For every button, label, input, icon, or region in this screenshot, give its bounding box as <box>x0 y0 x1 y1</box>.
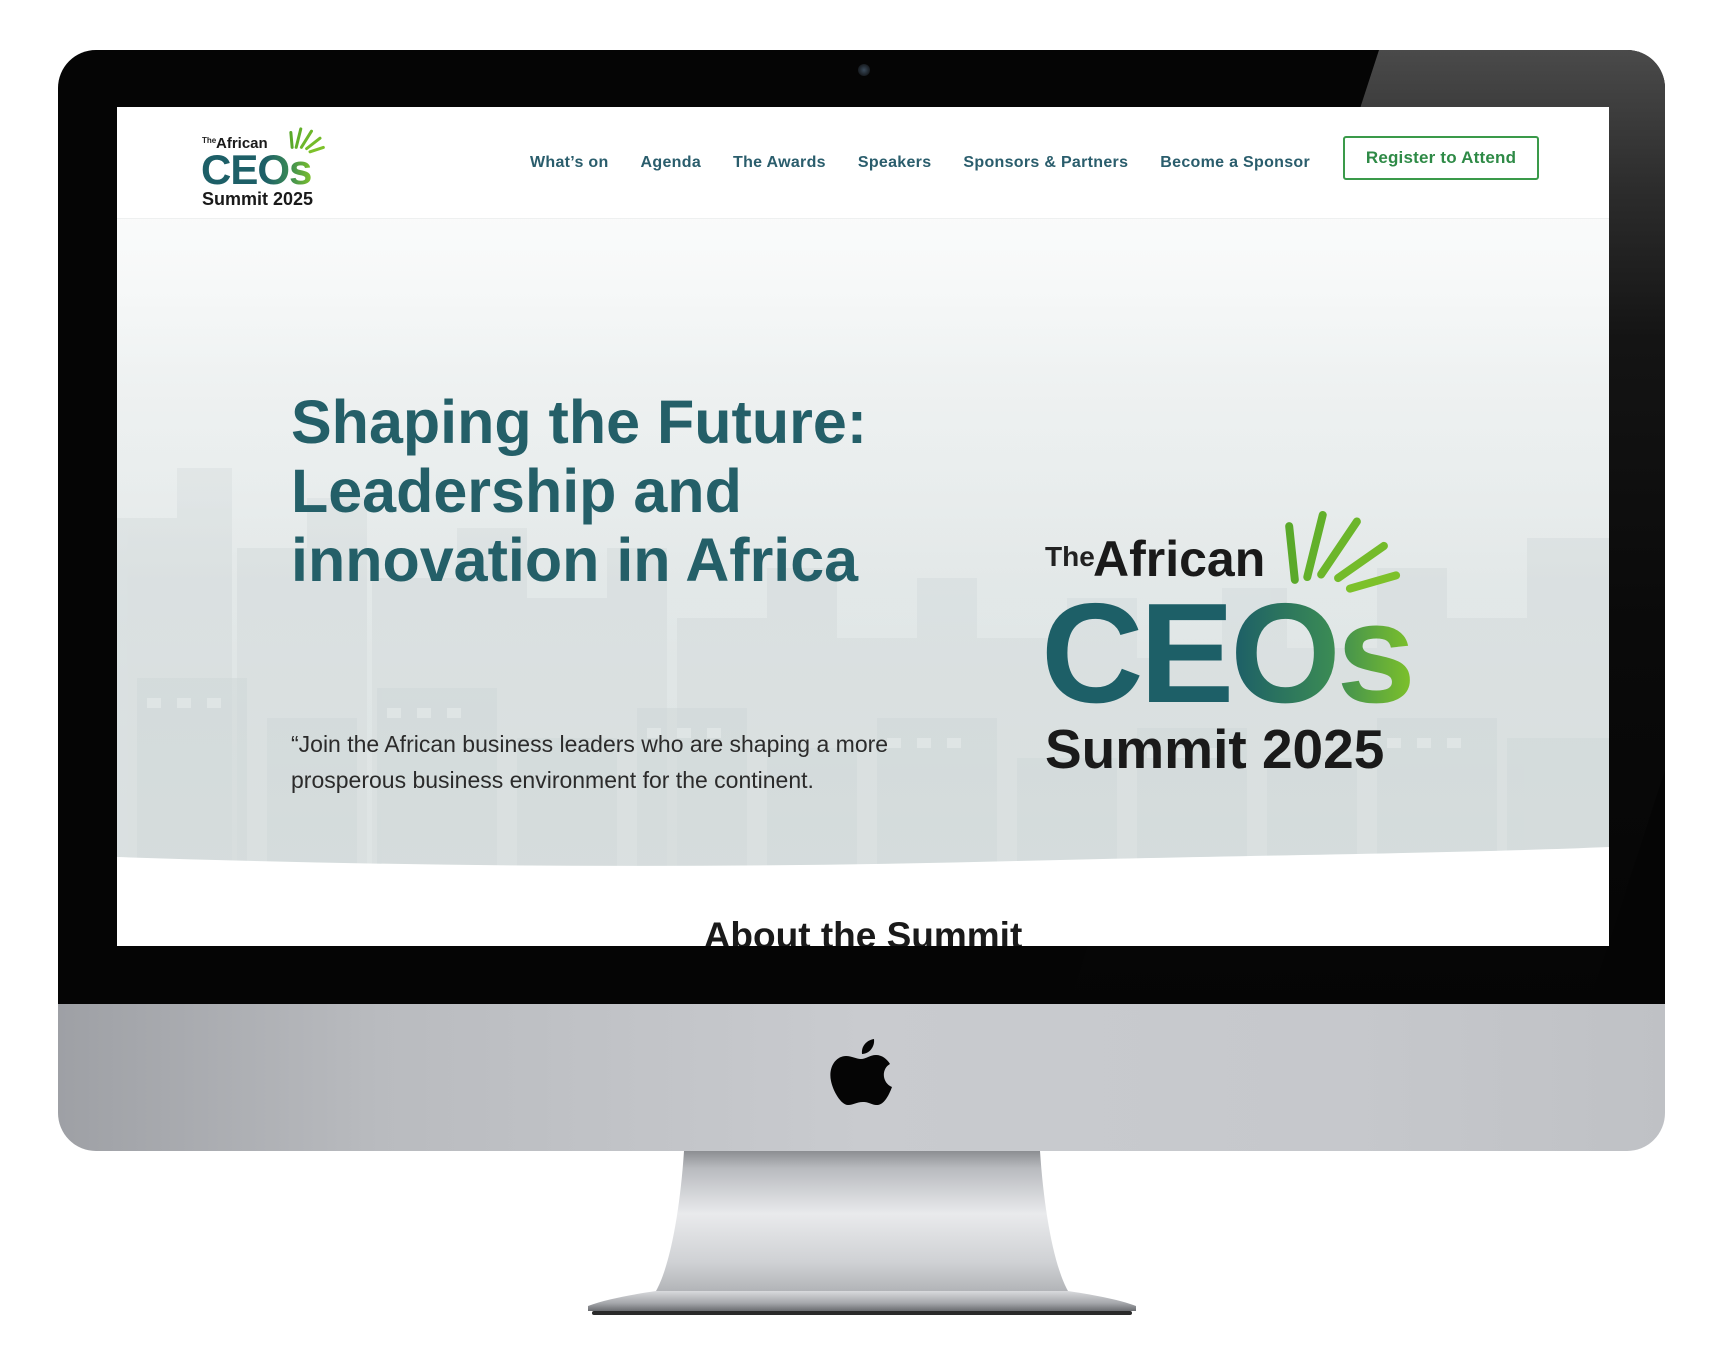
hero-summit-logo: The African CEOs Summit 2025 <box>1043 510 1416 780</box>
nav-item-become-a-sponsor[interactable]: Become a Sponsor <box>1160 154 1310 172</box>
logo-summit-text: Summit 2025 <box>202 189 313 209</box>
hero-logo-summit-text: Summit 2025 <box>1045 718 1384 780</box>
hero-logo-the-text: The <box>1045 541 1095 572</box>
logo-ceos-text: CEOs <box>202 146 311 193</box>
hero-title: Shaping the Future: Leadership and innov… <box>291 388 931 595</box>
hero-wave-divider <box>117 847 1609 887</box>
hero-title-line-2: Leadership and <box>291 457 742 525</box>
main-nav: What’s on Agenda The Awards Speakers Spo… <box>530 107 1342 218</box>
hero-subtitle-line-2: prosperous business environment for the … <box>291 767 814 793</box>
hero-subtitle: “Join the African business leaders who a… <box>291 726 941 798</box>
monitor-stand <box>588 1151 1136 1315</box>
site-logo[interactable]: The African CEOs Summit 2025 <box>202 117 332 211</box>
apple-icon <box>830 1039 892 1105</box>
nav-item-sponsors-partners[interactable]: Sponsors & Partners <box>963 154 1128 172</box>
hero-title-line-3: innovation in Africa <box>291 526 859 594</box>
website-screen: The African CEOs Summit 2025 What’s on A… <box>117 107 1609 946</box>
about-section-title: About the Summit <box>703 915 1023 946</box>
nav-item-agenda[interactable]: Agenda <box>641 154 701 172</box>
hero-subtitle-line-1: “Join the African business leaders who a… <box>291 731 889 757</box>
nav-item-speakers[interactable]: Speakers <box>858 154 932 172</box>
register-to-attend-button[interactable]: Register to Attend <box>1343 136 1539 180</box>
hero-section: Shaping the Future: Leadership and innov… <box>117 218 1609 878</box>
nav-item-whats-on[interactable]: What’s on <box>530 154 609 172</box>
webcam-icon <box>858 64 870 76</box>
hero-title-line-1: Shaping the Future: <box>291 388 868 456</box>
logo-the-text: The <box>202 136 217 145</box>
site-header: The African CEOs Summit 2025 What’s on A… <box>117 107 1609 219</box>
hero-logo-ceos-text: CEOs <box>1043 574 1412 733</box>
nav-item-the-awards[interactable]: The Awards <box>733 154 826 172</box>
